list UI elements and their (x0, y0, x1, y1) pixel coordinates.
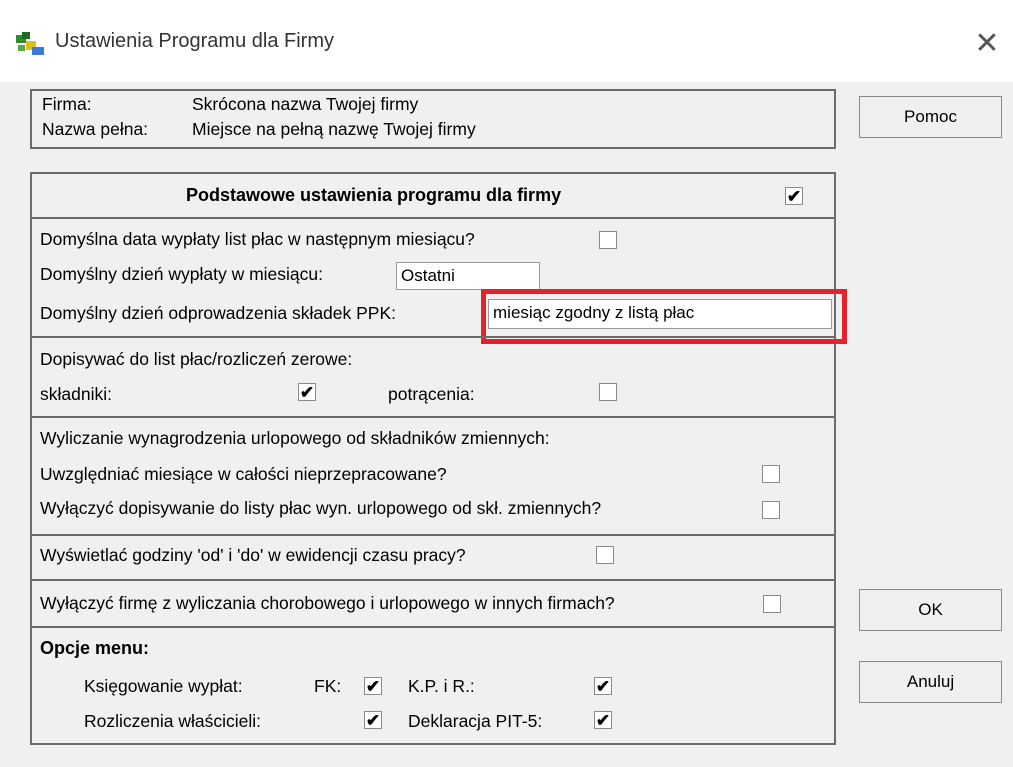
close-icon[interactable]: ✕ (965, 22, 1009, 66)
fk-label: FK: (314, 676, 342, 696)
vacation-label: Wyliczanie wynagrodzenia urlopowego od s… (40, 428, 550, 448)
app-icon (16, 32, 44, 55)
payday-next-month-checkbox[interactable] (599, 231, 617, 249)
basic-settings-header: Podstawowe ustawienia programu dla firmy (186, 185, 562, 205)
components-label: składniki: (40, 384, 112, 404)
disable-vacation-question: Wyłączyć dopisywanie do listy płac wyn. … (40, 498, 602, 518)
dialog-window: Ustawienia Programu dla Firmy ✕ Firma: S… (0, 0, 1013, 767)
owners-settlement-checkbox[interactable]: ✔ (364, 711, 382, 729)
months-checkbox[interactable] (762, 465, 780, 483)
months-question: Uwzględniać miesiące w całości nieprzepr… (40, 464, 447, 484)
payday-label: Domyślny dzień wypłaty w miesiącu: (40, 264, 324, 284)
full-name-label: Nazwa pełna: (42, 119, 149, 139)
disable-vacation-checkbox[interactable] (762, 501, 780, 519)
menu-options-header: Opcje menu: (40, 638, 150, 658)
pit5-label: Deklaracja PIT-5: (408, 711, 543, 731)
ppk-label: Domyślny dzień odprowadzenia składek PPK… (40, 303, 397, 323)
separator (32, 416, 834, 418)
separator (32, 217, 834, 219)
payday-next-month-label: Domyślna data wypłaty list płac w następ… (40, 229, 475, 249)
deductions-checkbox[interactable] (599, 383, 617, 401)
separator (32, 534, 834, 536)
kpir-label: K.P. i R.: (408, 676, 475, 696)
pit5-checkbox[interactable]: ✔ (594, 711, 612, 729)
title-bar: Ustawienia Programu dla Firmy ✕ (0, 0, 1013, 82)
basic-settings-checkbox[interactable]: ✔ (785, 187, 803, 205)
window-title: Ustawienia Programu dla Firmy (55, 30, 334, 52)
help-button[interactable]: Pomoc (859, 96, 1002, 138)
zero-lists-label: Dopisywać do list płac/rozliczeń zerowe: (40, 349, 353, 369)
deductions-label: potrącenia: (388, 384, 475, 404)
bookkeeping-label: Księgowanie wypłat: (84, 676, 243, 696)
hours-checkbox[interactable] (596, 546, 614, 564)
separator (32, 336, 834, 338)
fk-checkbox[interactable]: ✔ (364, 677, 382, 695)
exclude-company-question: Wyłączyć firmę z wyliczania chorobowego … (40, 593, 615, 613)
firma-label: Firma: (42, 94, 92, 114)
payday-field[interactable]: Ostatni (396, 262, 540, 290)
components-checkbox[interactable]: ✔ (298, 383, 316, 401)
hours-question: Wyświetlać godziny 'od' i 'do' w ewidenc… (40, 545, 466, 565)
separator (32, 579, 834, 581)
settings-frame (30, 172, 836, 745)
cancel-button[interactable]: Anuluj (859, 661, 1002, 703)
ok-button[interactable]: OK (859, 589, 1002, 631)
exclude-company-checkbox[interactable] (763, 595, 781, 613)
kpir-checkbox[interactable]: ✔ (594, 677, 612, 695)
owners-settlement-label: Rozliczenia właścicieli: (84, 711, 261, 731)
full-name-value: Miejsce na pełną nazwę Twojej firmy (192, 119, 476, 139)
separator (32, 626, 834, 628)
firma-value: Skrócona nazwa Twojej firmy (192, 94, 419, 114)
